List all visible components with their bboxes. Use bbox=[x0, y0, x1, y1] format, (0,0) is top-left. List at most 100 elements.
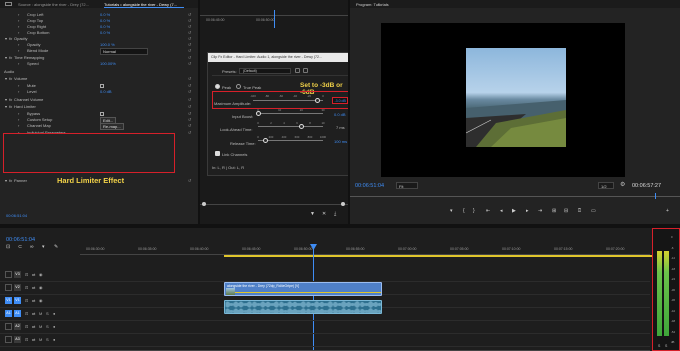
panel-menu-icon[interactable] bbox=[5, 2, 12, 6]
program-scrub-bar[interactable] bbox=[350, 196, 680, 197]
sync-icon[interactable]: ⇄ bbox=[32, 285, 35, 290]
step-back-icon[interactable]: ◂ bbox=[500, 208, 503, 214]
video-clip[interactable]: alongside the river - Drey (72dp_Rd4eGrt… bbox=[224, 282, 382, 296]
reset-icon[interactable]: ↺ bbox=[188, 83, 191, 88]
look-ahead-slider[interactable] bbox=[258, 124, 323, 127]
reset-icon[interactable]: ↺ bbox=[188, 18, 191, 23]
source-patch-toggle[interactable] bbox=[5, 336, 12, 343]
tab-source[interactable]: Source : alongside the river - Drey (72.… bbox=[18, 2, 89, 7]
solo-icon[interactable]: S bbox=[46, 311, 49, 316]
collapse-arrow-icon[interactable]: › bbox=[18, 83, 19, 88]
input-boost-value[interactable]: 0.0 dB bbox=[334, 112, 346, 117]
source-scroll-knob-left[interactable] bbox=[202, 202, 206, 206]
collapse-arrow-icon[interactable]: › bbox=[18, 117, 19, 122]
reset-icon[interactable]: ↺ bbox=[188, 97, 191, 102]
expand-arrow-icon[interactable]: ▾ bbox=[5, 178, 7, 183]
link-channels-checkbox[interactable] bbox=[215, 151, 220, 156]
collapse-arrow-icon[interactable]: › bbox=[18, 12, 19, 17]
solo-icon[interactable]: S bbox=[46, 324, 49, 329]
mute-icon[interactable]: M bbox=[39, 311, 42, 316]
program-menu-icon[interactable]: ≡ bbox=[378, 2, 380, 7]
mic-icon[interactable]: ● bbox=[53, 324, 55, 329]
export-frame-icon[interactable]: ⌼ bbox=[578, 208, 581, 214]
fx-badge-icon[interactable]: fx bbox=[9, 76, 12, 81]
expand-arrow-icon[interactable]: ▾ bbox=[5, 36, 7, 41]
track-label[interactable]: A2 bbox=[14, 323, 21, 330]
collapse-arrow-icon[interactable]: › bbox=[18, 24, 19, 29]
add-marker-icon[interactable]: ▾ bbox=[42, 244, 45, 250]
effect-row-value[interactable]: 0.0 % bbox=[100, 12, 110, 17]
program-playhead[interactable] bbox=[655, 193, 656, 199]
audio-clip[interactable] bbox=[224, 300, 382, 314]
reset-icon[interactable]: ↺ bbox=[188, 61, 191, 66]
effect-row-value[interactable]: 0.0 % bbox=[100, 18, 110, 23]
go-to-in-icon[interactable]: ⇤ bbox=[486, 208, 490, 214]
input-boost-slider[interactable] bbox=[258, 111, 323, 114]
look-ahead-knob[interactable] bbox=[299, 123, 304, 129]
solo-icon[interactable]: S bbox=[46, 337, 49, 342]
reset-icon[interactable]: ↺ bbox=[188, 12, 191, 17]
checkbox[interactable] bbox=[100, 111, 104, 116]
effect-row-value[interactable]: 100.0 % bbox=[100, 42, 115, 47]
lock-icon[interactable]: ⊡ bbox=[25, 298, 28, 303]
export-icon[interactable]: ⤓ bbox=[334, 211, 336, 217]
collapse-arrow-icon[interactable]: › bbox=[18, 61, 19, 66]
wrench-icon[interactable]: ✕ bbox=[322, 211, 326, 217]
input-boost-knob[interactable] bbox=[256, 110, 261, 116]
effect-controls-timecode[interactable]: 00:06:51:04 bbox=[6, 213, 27, 218]
source-patch-toggle[interactable]: V1 bbox=[5, 297, 12, 304]
fx-badge-icon[interactable]: fx bbox=[9, 178, 12, 183]
reset-icon[interactable]: ↺ bbox=[188, 178, 191, 183]
insert-icon[interactable]: ⊞ bbox=[552, 208, 556, 214]
lock-icon[interactable]: ⊡ bbox=[25, 285, 28, 290]
sync-icon[interactable]: ⇄ bbox=[32, 272, 35, 277]
reset-icon[interactable]: ↺ bbox=[188, 130, 191, 135]
effect-row-value[interactable]: 0.0 % bbox=[100, 30, 110, 35]
source-playhead[interactable] bbox=[274, 10, 275, 28]
collapse-arrow-icon[interactable]: › bbox=[18, 89, 19, 94]
sync-icon[interactable]: ⇄ bbox=[32, 298, 35, 303]
reset-icon[interactable]: ↺ bbox=[188, 89, 191, 94]
fx-badge-icon[interactable]: fx bbox=[9, 97, 12, 102]
timeline-timecode[interactable]: 00:06:51:04 bbox=[6, 237, 35, 243]
play-icon[interactable]: ▶ bbox=[512, 208, 516, 214]
fit-dropdown[interactable]: Fit bbox=[396, 182, 418, 189]
max-amplitude-field[interactable]: -3.0 dB bbox=[332, 97, 348, 104]
lock-icon[interactable]: ⊡ bbox=[25, 272, 28, 277]
reset-icon[interactable]: ↺ bbox=[188, 117, 191, 122]
settings-icon[interactable]: ⚙ bbox=[620, 181, 625, 188]
collapse-arrow-icon[interactable]: › bbox=[18, 111, 19, 116]
reset-icon[interactable]: ↺ bbox=[188, 104, 191, 109]
track-label[interactable]: V2 bbox=[14, 284, 21, 291]
fx-badge-icon[interactable]: fx bbox=[9, 36, 12, 41]
checkbox[interactable] bbox=[100, 83, 104, 88]
source-patch-toggle[interactable]: A1 bbox=[5, 310, 12, 317]
effect-row-value[interactable]: Re-map... bbox=[100, 123, 124, 130]
mute-icon[interactable]: M bbox=[39, 324, 42, 329]
effect-row[interactable]: › Speed 100.00% ↺ bbox=[0, 61, 198, 67]
track-label[interactable]: A1 bbox=[14, 310, 21, 317]
reset-icon[interactable]: ↺ bbox=[188, 55, 191, 60]
fx-badge-icon[interactable]: fx bbox=[9, 104, 12, 109]
collapse-arrow-icon[interactable]: › bbox=[18, 123, 19, 128]
reset-icon[interactable]: ↺ bbox=[188, 123, 191, 128]
effect-row[interactable]: ▾ fx Channel Volume ↺ bbox=[0, 97, 198, 103]
add-button-icon[interactable]: + bbox=[666, 208, 669, 214]
presets-dropdown[interactable]: (Default) bbox=[239, 67, 291, 74]
effect-row-value[interactable]: Normal bbox=[100, 48, 148, 55]
track-label[interactable]: V1 bbox=[14, 297, 21, 304]
effect-row[interactable]: › Blend Mode Normal ↺ bbox=[0, 48, 198, 55]
work-area-bar[interactable] bbox=[224, 255, 654, 257]
program-timecode[interactable]: 00:06:51:04 bbox=[355, 183, 384, 189]
lock-icon[interactable]: ⊡ bbox=[25, 324, 28, 329]
in-point-icon[interactable]: { bbox=[463, 208, 465, 214]
release-knob[interactable] bbox=[263, 137, 268, 143]
expand-arrow-icon[interactable]: ▾ bbox=[5, 76, 7, 81]
effect-row[interactable]: › Channel Map Re-map... ↺ bbox=[0, 123, 198, 130]
reset-icon[interactable]: ↺ bbox=[188, 42, 191, 47]
linked-selection-icon[interactable]: ∞ bbox=[30, 244, 34, 250]
sync-icon[interactable]: ⇄ bbox=[32, 337, 35, 342]
overwrite-icon[interactable]: ⊟ bbox=[564, 208, 568, 214]
sync-icon[interactable]: ⇄ bbox=[32, 324, 35, 329]
reset-icon[interactable]: ↺ bbox=[188, 36, 191, 41]
